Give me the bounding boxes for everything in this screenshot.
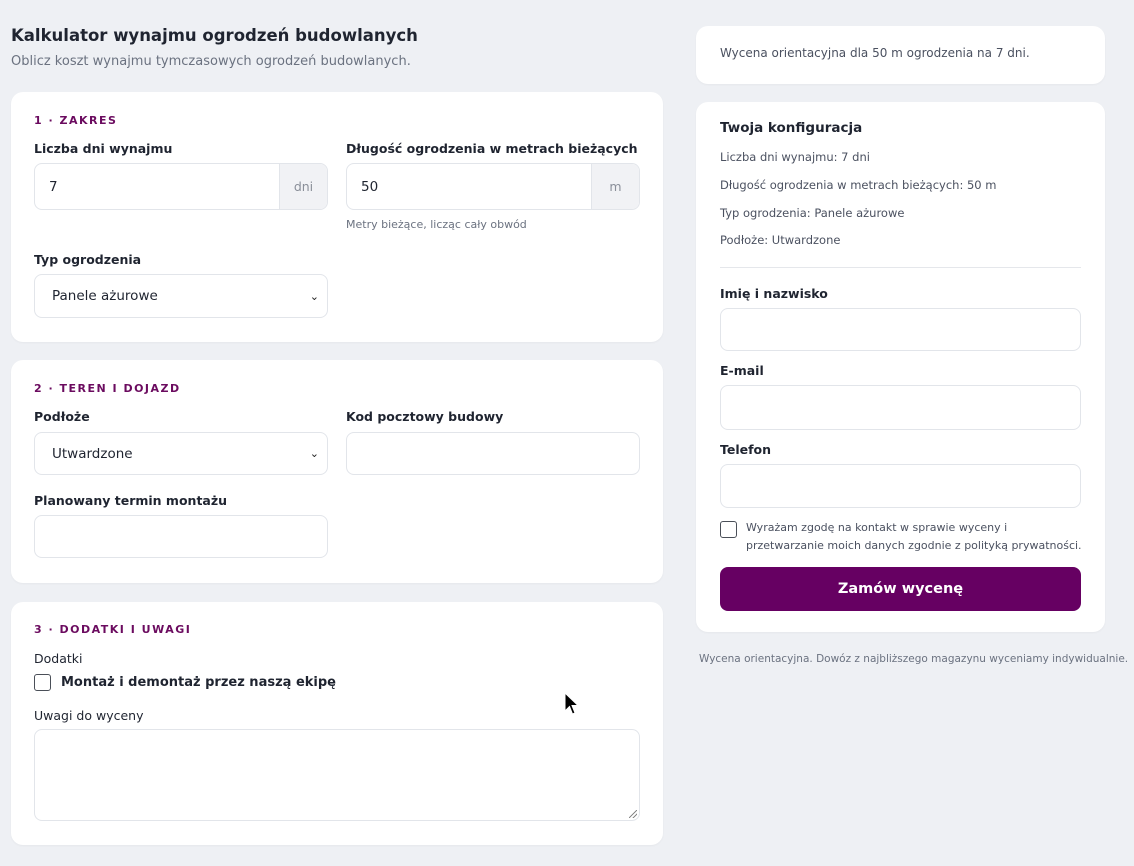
days-unit: dni — [279, 164, 327, 209]
ground-value: Utwardzone — [52, 445, 133, 462]
length-label: Długość ogrodzenia w metrach bieżących — [346, 141, 638, 156]
postal-code-label: Kod pocztowy budowy — [346, 409, 504, 424]
divider — [720, 267, 1081, 268]
config-line-type: Typ ogrodzenia: Panele ażurowe — [720, 206, 905, 220]
estimate-summary-card: Wycena orientacyjna dla 50 m ogrodzenia … — [696, 26, 1105, 84]
email-label: E-mail — [720, 363, 764, 378]
consent-checkbox[interactable] — [720, 521, 737, 538]
phone-label: Telefon — [720, 442, 772, 457]
install-addon-checkbox[interactable] — [34, 674, 51, 691]
estimate-summary-text: Wycena orientacyjna dla 50 m ogrodzenia … — [720, 46, 1030, 60]
mouse-cursor-icon — [564, 692, 580, 715]
postal-code-input[interactable] — [346, 432, 640, 475]
phone-input[interactable] — [720, 464, 1081, 508]
ground-label: Podłoże — [34, 409, 90, 424]
install-date-input[interactable] — [34, 515, 328, 558]
chevron-down-icon: ⌄ — [309, 447, 319, 460]
section-addons-card: 3 · DODATKI I UWAGI Dodatki Montaż i dem… — [11, 602, 663, 845]
config-line-ground: Podłoże: Utwardzone — [720, 233, 841, 247]
email-input[interactable] — [720, 385, 1081, 430]
section-terrain-title: 2 · TEREN I DOJAZD — [34, 382, 181, 395]
length-hint: Metry bieżące, licząc cały obwód — [346, 218, 527, 231]
install-date-label: Planowany termin montażu — [34, 493, 228, 508]
section-addons-title: 3 · DODATKI I UWAGI — [34, 623, 192, 636]
consent-text[interactable]: Wyrażam zgodę na kontakt w sprawie wycen… — [746, 519, 1086, 555]
notes-label: Uwagi do wyceny — [34, 708, 144, 723]
page-title: Kalkulator wynajmu ogrodzeń budowlanych — [11, 26, 418, 45]
length-unit: m — [591, 164, 639, 209]
length-input[interactable]: 50 m — [346, 163, 640, 210]
fence-type-value: Panele ażurowe — [52, 288, 158, 304]
ground-select[interactable]: Utwardzone ⌄ — [34, 432, 328, 475]
days-label: Liczba dni wynajmu — [34, 141, 173, 156]
name-label: Imię i nazwisko — [720, 286, 828, 301]
config-line-length: Długość ogrodzenia w metrach bieżących: … — [720, 178, 997, 192]
fence-type-select[interactable]: Panele ażurowe ⌄ — [34, 274, 328, 318]
install-addon-label[interactable]: Montaż i demontaż przez naszą ekipę — [61, 675, 336, 690]
section-scope-card: 1 · ZAKRES Liczba dni wynajmu 7 dni Dług… — [11, 92, 663, 342]
section-scope-title: 1 · ZAKRES — [34, 114, 118, 127]
page-subtitle: Oblicz koszt wynajmu tymczasowych ogrodz… — [11, 54, 411, 69]
config-line-days: Liczba dni wynajmu: 7 dni — [720, 150, 870, 164]
resize-handle-icon[interactable] — [629, 810, 637, 818]
order-quote-button[interactable]: Zamów wycenę — [720, 567, 1081, 611]
footnote: Wycena orientacyjna. Dowóz z najbliższeg… — [699, 653, 1129, 665]
chevron-down-icon: ⌄ — [309, 289, 319, 303]
section-terrain-card: 2 · TEREN I DOJAZD Podłoże Utwardzone ⌄ … — [11, 360, 663, 583]
name-input[interactable] — [720, 308, 1081, 351]
days-value: 7 — [49, 178, 58, 195]
configuration-title: Twoja konfiguracja — [720, 120, 863, 136]
fence-type-label: Typ ogrodzenia — [34, 252, 142, 267]
days-input[interactable]: 7 dni — [34, 163, 328, 210]
configuration-card: Twoja konfiguracja Liczba dni wynajmu: 7… — [696, 102, 1105, 632]
length-value: 50 — [361, 178, 379, 195]
addons-label: Dodatki — [34, 651, 83, 666]
notes-textarea[interactable] — [34, 729, 640, 821]
